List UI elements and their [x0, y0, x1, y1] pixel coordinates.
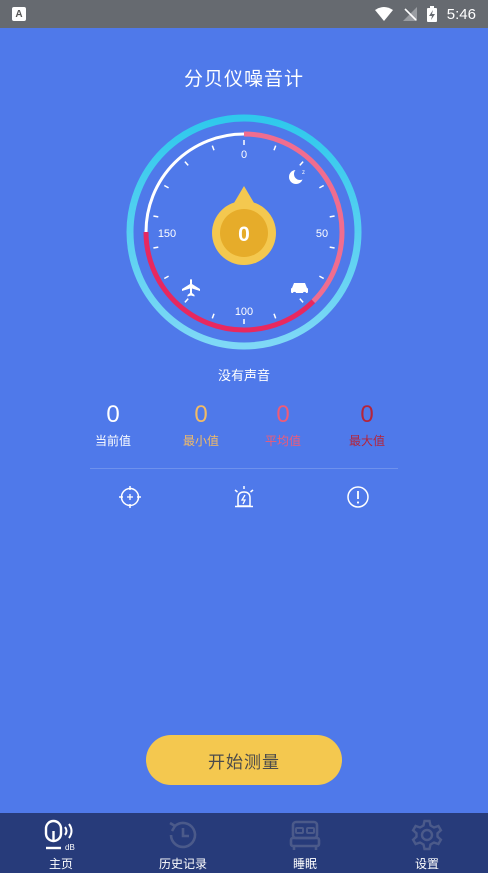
alarm-icon[interactable]: [231, 484, 257, 510]
stat-avg: 0 平均值: [243, 400, 323, 449]
tick-label-150: 150: [158, 228, 176, 240]
wifi-icon: [374, 7, 393, 21]
bed-icon: [289, 820, 321, 850]
stat-max-value: 0: [360, 401, 374, 428]
airplane-icon: [182, 279, 200, 297]
gear-icon: [411, 819, 443, 851]
decibel-gauge: 0 50 100 150 z 0: [126, 114, 362, 350]
tab-sleep-label: 睡眠: [292, 857, 317, 871]
gauge-value: 0: [238, 223, 250, 246]
page-title: 分贝仪噪音计: [183, 68, 304, 90]
tab-home[interactable]: dB 主页: [0, 813, 122, 873]
status-bar: A 5:46: [0, 0, 488, 28]
history-clock-icon: [169, 821, 197, 849]
info-icon[interactable]: [345, 484, 371, 510]
car-icon: [291, 283, 308, 296]
start-measure-button[interactable]: 开始测量: [146, 735, 342, 785]
moon-sleep-icon: z: [289, 168, 306, 184]
svg-text:z: z: [302, 170, 305, 176]
tab-home-label: 主页: [48, 857, 73, 871]
bottom-tab-bar: dB 主页 历史记录 睡眠 设置: [0, 813, 488, 873]
mic-db-icon: dB: [44, 819, 75, 852]
stats-divider: [90, 468, 398, 469]
stat-avg-value: 0: [276, 401, 290, 428]
stat-current: 0 当前值: [73, 400, 153, 449]
stats-row: 0 当前值 0 最小值 0 平均值 0 最大值: [70, 400, 418, 460]
status-left: A: [12, 7, 26, 21]
no-signal-icon: [402, 7, 417, 21]
noise-status-text: 没有声音: [217, 369, 270, 384]
tab-settings-label: 设置: [414, 857, 439, 871]
tab-settings[interactable]: 设置: [366, 813, 488, 873]
tick-label-50: 50: [316, 228, 328, 240]
tab-history-label: 历史记录: [158, 857, 207, 871]
stat-max: 0 最大值: [327, 400, 407, 449]
stat-min-value: 0: [194, 401, 208, 428]
tab-history[interactable]: 历史记录: [122, 813, 244, 873]
battery-charging-icon: [426, 6, 437, 22]
tick-label-100: 100: [235, 306, 253, 318]
svg-text:dB: dB: [65, 843, 75, 852]
stat-current-value: 0: [106, 401, 120, 428]
status-time: 5:46: [446, 5, 476, 23]
app-notification-icon: A: [12, 7, 26, 21]
stat-avg-label: 平均值: [264, 434, 301, 448]
status-right: 5:46: [374, 5, 476, 23]
calibrate-icon[interactable]: [117, 484, 143, 510]
tick-label-0: 0: [241, 149, 247, 161]
stat-min-label: 最小值: [182, 434, 219, 448]
stat-min: 0 最小值: [161, 400, 241, 449]
tab-sleep[interactable]: 睡眠: [244, 813, 366, 873]
stat-current-label: 当前值: [94, 434, 131, 448]
stat-max-label: 最大值: [348, 434, 385, 448]
